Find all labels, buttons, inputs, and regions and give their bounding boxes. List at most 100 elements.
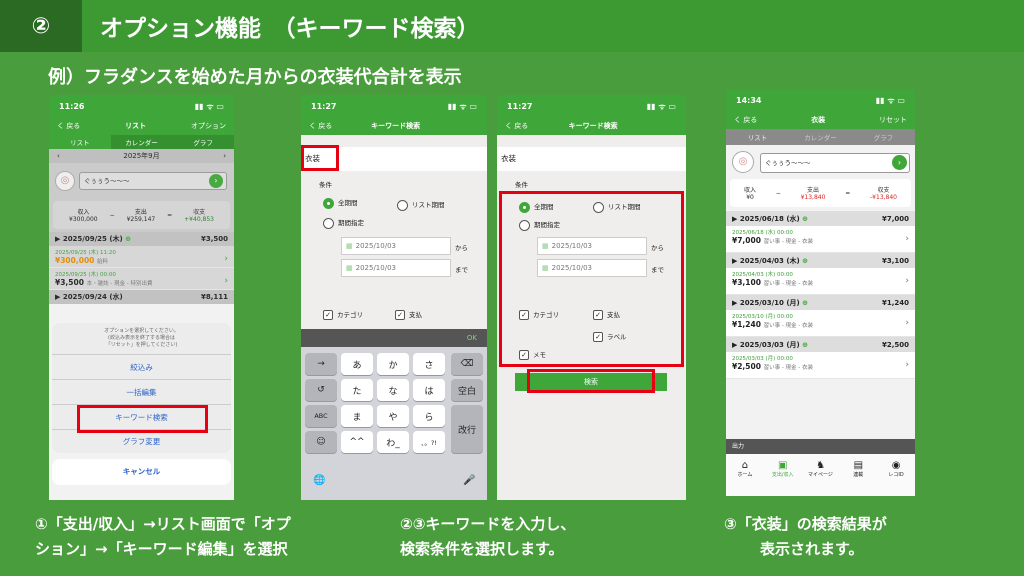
chevron-right-icon: ›	[905, 360, 909, 370]
list-item[interactable]: 2025/09/25 (木) 11:20 ¥300,000 給料 ›	[49, 246, 234, 268]
status-time: 11:27	[311, 101, 337, 111]
list-item[interactable]: 2025/06/18 (水) 00:00 ¥7,000 習い事 - 現金 - 衣装…	[726, 226, 915, 253]
back-button[interactable]: く 戻る	[57, 121, 80, 131]
radio-list-period[interactable]: リスト期間	[397, 199, 445, 211]
search-box[interactable]: ぐぅぅう〜〜〜	[79, 172, 227, 190]
tab-graph[interactable]: グラフ	[852, 129, 915, 145]
back-button[interactable]: く 戻る	[505, 121, 528, 131]
keyboard: → あかさ ⌫ ↺ たなは空白 ABC まやら改行 ☺ ^^ わ_、。?! 🌐 🎤	[301, 347, 487, 500]
from-date-field[interactable]: ▦ 2025/10/03	[341, 237, 451, 255]
keyboard-key[interactable]: や	[377, 405, 409, 427]
list-item[interactable]: 2025/03/03 (月) 00:00 ¥2,500 習い事 - 現金 - 衣装…	[726, 352, 915, 379]
to-date-field[interactable]: ▦ 2025/10/03	[341, 259, 451, 277]
expense-value: ¥13,840	[800, 194, 826, 201]
tab-calendar[interactable]: カレンダー	[789, 129, 852, 145]
back-button[interactable]: く 戻る	[309, 121, 332, 131]
bulk-edit-option[interactable]: 一括編集	[52, 380, 231, 405]
income-value: ¥0	[746, 194, 754, 201]
add-icon[interactable]: ⊕	[802, 215, 808, 223]
equals-sign: =	[845, 189, 851, 197]
keyboard-key[interactable]: ABC	[305, 405, 337, 427]
keyboard-key[interactable]: 、。?!	[413, 431, 445, 453]
highlight-box	[527, 369, 655, 393]
tab-list[interactable]: リスト	[49, 135, 111, 149]
caption-step2: ②③キーワードを入力し、 検索条件を選択します。	[400, 515, 576, 558]
keyboard-key[interactable]: わ_	[377, 431, 409, 453]
chevron-right-icon: ›	[905, 276, 909, 286]
page-title: オプション機能 （キーワード検索）	[82, 0, 1024, 52]
section-number: ②	[0, 0, 82, 52]
search-go-icon[interactable]: ›	[209, 174, 223, 188]
minus-sign: −	[109, 211, 115, 219]
keyboard-key[interactable]: か	[377, 353, 409, 375]
keyboard-key[interactable]: 空白	[451, 379, 483, 401]
reset-button[interactable]: リセット	[879, 115, 907, 125]
checkbox-category[interactable]: ✓ カテゴリ	[323, 309, 363, 320]
keyboard-key[interactable]: な	[377, 379, 409, 401]
output-bar[interactable]: 出力	[726, 439, 915, 454]
list-item[interactable]: 2025/04/03 (木) 00:00 ¥3,100 習い事 - 現金 - 衣装…	[726, 268, 915, 295]
tabbar-recoid[interactable]: ◉ レコID	[877, 454, 915, 496]
search-box[interactable]: ぐぅぅう〜〜〜	[760, 153, 910, 173]
tabbar-home[interactable]: ⌂ ホーム	[726, 454, 764, 496]
chevron-right-icon: ›	[905, 234, 909, 244]
nav-title: 衣装	[811, 116, 826, 124]
search-go-icon[interactable]: ›	[892, 155, 907, 170]
mic-icon[interactable]: 🎤	[463, 475, 475, 486]
add-icon[interactable]: ⊕	[802, 299, 808, 307]
keyboard-key[interactable]: ^^	[341, 431, 373, 453]
sheet-message: (絞込み表示を終了する場合は	[108, 335, 175, 341]
next-month-icon[interactable]: ›	[223, 152, 226, 160]
status-time: 14:34	[736, 95, 762, 105]
balance-label: 収支	[877, 187, 890, 194]
tabbar-expense[interactable]: ▣ 支出/収入	[764, 454, 802, 496]
tab-calendar[interactable]: カレンダー	[110, 135, 173, 149]
day-header: ▶ 2025/03/03 (月) ⊕ ¥2,500	[726, 337, 915, 352]
cancel-button[interactable]: キャンセル	[52, 459, 231, 485]
signal-icon: ▮▮ ᯤ ▭	[646, 101, 676, 111]
add-icon[interactable]: ⊕	[802, 257, 808, 265]
avatar: ◎	[55, 171, 75, 191]
graph-change-option[interactable]: グラフ変更	[52, 430, 231, 453]
keyboard-key[interactable]: あ	[341, 353, 373, 375]
tab-graph[interactable]: グラフ	[172, 135, 234, 149]
tab-list[interactable]: リスト	[726, 129, 789, 145]
keyboard-ok-button[interactable]: OK	[301, 329, 487, 347]
keyword-input[interactable]: 衣装	[497, 147, 686, 171]
tab-bar: ⌂ ホーム ▣ 支出/収入 ♞ マイページ ▤ 連載 ◉ レコID	[726, 454, 915, 496]
back-button[interactable]: く 戻る	[734, 115, 757, 125]
caption-step1: ①「支出/収入」→リスト画面で「オプ ション」→「キーワード編集」を選択	[35, 515, 291, 558]
keyboard-key[interactable]: は	[413, 379, 445, 401]
book-icon: ▤	[853, 460, 864, 471]
globe-icon[interactable]: 🌐	[313, 475, 325, 486]
list-item[interactable]: 2025/09/25 (木) 00:00 ¥3,500 本・雑誌 - 現金 - 特…	[49, 268, 234, 290]
income-label: 収入	[744, 187, 757, 194]
prev-month-icon[interactable]: ‹	[57, 152, 60, 160]
checkbox-payment[interactable]: ✓ 支払	[395, 309, 422, 320]
balance-value: +¥40,853	[184, 216, 214, 223]
home-icon: ⌂	[741, 460, 749, 471]
sheet-message: オプションを選択してください。	[104, 328, 179, 334]
keyboard-key[interactable]: ⌫	[451, 353, 483, 375]
keyboard-key[interactable]: さ	[413, 353, 445, 375]
tabbar-mypage[interactable]: ♞ マイページ	[802, 454, 840, 496]
filter-option[interactable]: 絞込み	[52, 355, 231, 380]
keyboard-key[interactable]: →	[305, 353, 337, 375]
avatar: ◎	[732, 151, 754, 173]
keyboard-key[interactable]: ら	[413, 405, 445, 427]
keyboard-key[interactable]: ま	[341, 405, 373, 427]
keyboard-key[interactable]: た	[341, 379, 373, 401]
highlight-box	[301, 145, 339, 171]
balance-value: -¥13,840	[870, 194, 897, 201]
screen-search-conditions: 11:27 ▮▮ ᯤ ▭ く 戻る キーワード検索 衣装 条件 全期間 リスト期間 …	[497, 95, 686, 500]
tabbar-series[interactable]: ▤ 連載	[839, 454, 877, 496]
keyboard-key[interactable]: 改行	[451, 405, 483, 453]
list-item[interactable]: 2025/03/10 (月) 00:00 ¥1,240 習い事 - 現金 - 衣装…	[726, 310, 915, 337]
nav-title: キーワード検索	[371, 122, 421, 130]
keyboard-key[interactable]: ↺	[305, 379, 337, 401]
keyboard-key[interactable]: ☺	[305, 431, 337, 453]
option-button[interactable]: オプション	[191, 121, 226, 131]
radio-all-period[interactable]: 全期間	[323, 197, 358, 209]
add-icon[interactable]: ⊕	[802, 341, 808, 349]
radio-date-range[interactable]: 期間指定	[323, 217, 364, 229]
